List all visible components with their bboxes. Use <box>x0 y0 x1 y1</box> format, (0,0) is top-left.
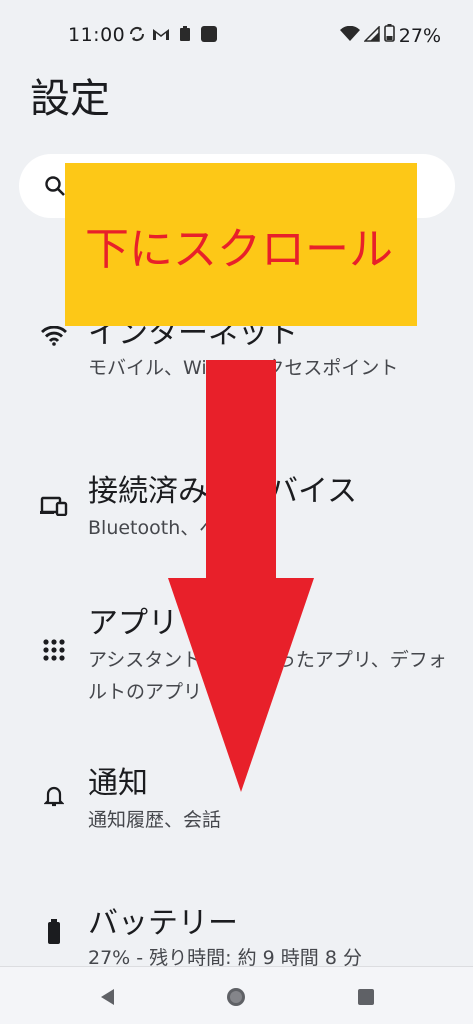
battery-percent: 27% <box>398 24 441 47</box>
devices-icon <box>40 492 68 520</box>
wifi-icon <box>40 322 68 350</box>
sync-icon <box>128 25 146 43</box>
bell-icon <box>40 782 68 810</box>
battery-status-icon <box>383 24 395 47</box>
square-app-icon <box>200 25 218 43</box>
scroll-hint-banner: 下にスクロール <box>65 163 417 326</box>
settings-item-title: 通知 <box>88 766 148 801</box>
settings-item-subtitle: 通知履歴、会話 <box>88 809 222 831</box>
gmail-icon <box>152 25 170 43</box>
recents-icon[interactable] <box>354 985 378 1009</box>
battery-icon <box>40 918 68 946</box>
home-icon[interactable] <box>224 985 248 1009</box>
signal-icon <box>362 24 380 47</box>
app-notification-icon <box>176 25 194 43</box>
page-title: 設定 <box>30 76 110 122</box>
settings-item-title: バッテリー <box>88 906 238 941</box>
status-time: 11:00 <box>68 24 126 46</box>
search-icon <box>43 174 67 198</box>
notification-icons <box>128 25 218 43</box>
system-navigation-bar <box>0 966 473 1024</box>
back-icon[interactable] <box>96 985 120 1009</box>
scroll-down-arrow-icon <box>168 360 314 792</box>
status-bar: 11:00 27% <box>0 0 473 72</box>
status-right: 27% <box>339 24 441 47</box>
scroll-hint-label: 下にスクロール <box>85 224 393 275</box>
apps-grid-icon <box>40 636 68 664</box>
wifi-status-icon <box>339 25 360 47</box>
